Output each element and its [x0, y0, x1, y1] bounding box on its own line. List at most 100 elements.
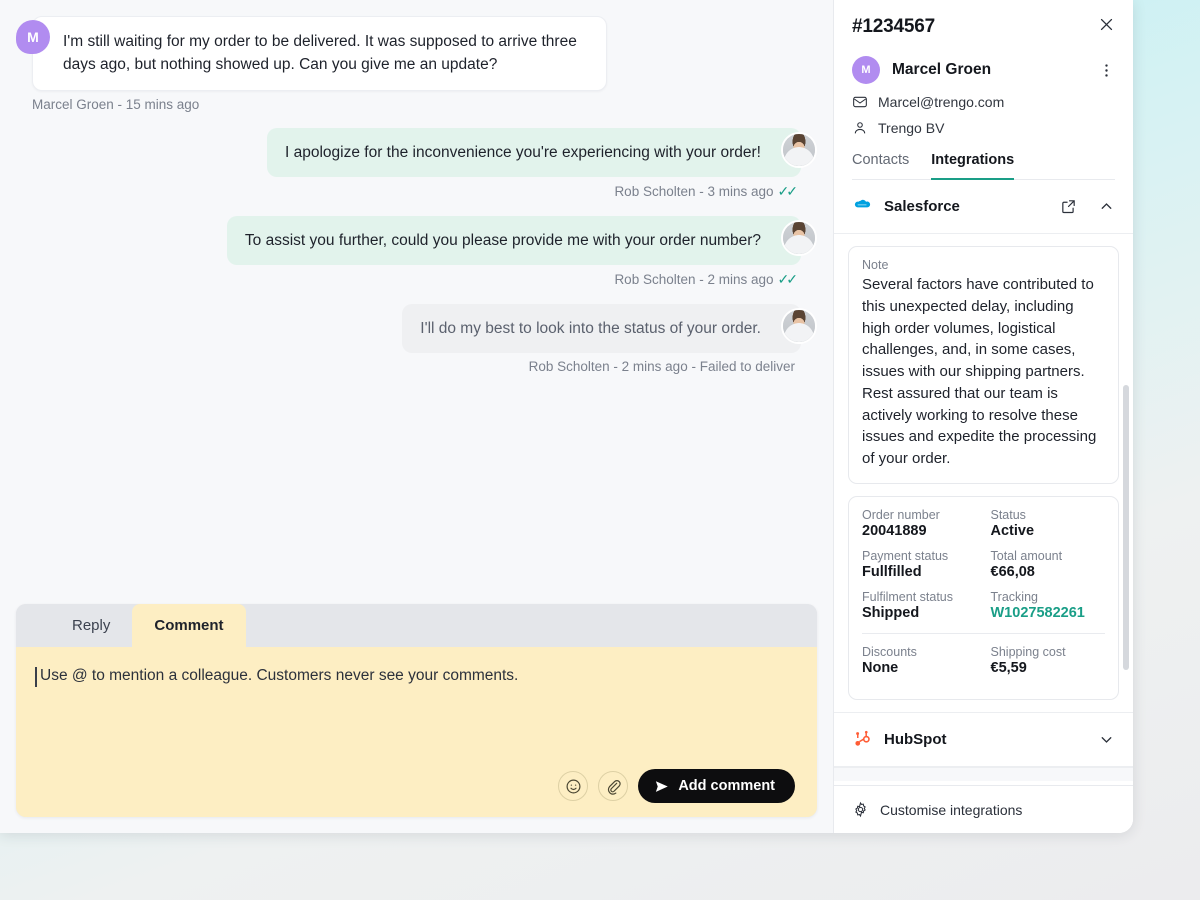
- composer-wrapper: Reply Comment Use @ to mention a colleag…: [0, 604, 833, 833]
- contact-email-row[interactable]: Marcel@trengo.com: [852, 94, 1115, 110]
- side-panel-header: #1234567 M Marcel Groen Marcel@trengo.co…: [834, 0, 1133, 180]
- integration-name: HubSpot: [884, 731, 1087, 748]
- tab-reply[interactable]: Reply: [50, 604, 132, 647]
- more-vertical-icon[interactable]: [1098, 62, 1115, 79]
- field-label: Discounts: [862, 645, 977, 659]
- field-value: €66,08: [991, 564, 1106, 580]
- contact-company-row[interactable]: Trengo BV: [852, 120, 1115, 136]
- field-value: None: [862, 660, 977, 676]
- emoji-icon[interactable]: [558, 771, 588, 801]
- read-receipt-icon: ✓✓: [778, 183, 795, 199]
- field-value: Shipped: [862, 605, 977, 621]
- message-row: M I'm still waiting for my order to be d…: [16, 16, 817, 91]
- panel-spacer: [834, 767, 1133, 781]
- field-label: Tracking: [991, 590, 1106, 604]
- add-comment-label: Add comment: [678, 778, 775, 794]
- field-fulfilment-status: Fulfilment status Shipped: [862, 590, 977, 621]
- order-details-card: Order number 20041889 Status Active Paym…: [848, 496, 1119, 700]
- avatar: [781, 220, 817, 256]
- field-order-number: Order number 20041889: [862, 508, 977, 539]
- field-value: Fullfilled: [862, 564, 977, 580]
- envelope-icon: [852, 94, 868, 110]
- tab-comment[interactable]: Comment: [132, 604, 245, 647]
- salesforce-cloud-logo: [852, 196, 873, 217]
- field-label: Shipping cost: [991, 645, 1106, 659]
- field-value: 20041889: [862, 523, 977, 539]
- send-icon: [654, 779, 669, 794]
- field-label: Status: [991, 508, 1106, 522]
- field-discounts: Discounts None: [862, 645, 977, 676]
- tab-integrations[interactable]: Integrations: [931, 152, 1014, 180]
- field-label: Payment status: [862, 549, 977, 563]
- tracking-link[interactable]: W1027582261: [991, 605, 1106, 621]
- field-value: Active: [991, 523, 1106, 539]
- message-meta: Marcel Groen - 15 mins ago: [16, 93, 817, 128]
- avatar: M: [852, 56, 880, 84]
- paperclip-icon[interactable]: [598, 771, 628, 801]
- scrollbar-thumb[interactable]: [1123, 385, 1129, 670]
- message-bubble[interactable]: I'll do my best to look into the status …: [402, 304, 801, 353]
- field-label: Total amount: [991, 549, 1106, 563]
- message-meta: Rob Scholten - 2 mins ago ✓✓: [16, 267, 817, 304]
- contact-company: Trengo BV: [878, 120, 944, 136]
- note-label: Note: [862, 258, 1105, 272]
- chevron-up-icon[interactable]: [1098, 198, 1115, 215]
- contact-name: Marcel Groen: [892, 61, 1098, 79]
- add-comment-button[interactable]: Add comment: [638, 769, 795, 803]
- avatar: [781, 132, 817, 168]
- comment-input[interactable]: Use @ to mention a colleague. Customers …: [38, 667, 795, 769]
- field-total-amount: Total amount €66,08: [991, 549, 1106, 580]
- avatar: M: [16, 20, 50, 54]
- app-window: M I'm still waiting for my order to be d…: [0, 0, 1133, 833]
- side-panel: #1234567 M Marcel Groen Marcel@trengo.co…: [833, 0, 1133, 833]
- field-status: Status Active: [991, 508, 1106, 539]
- hubspot-sprocket-logo: [852, 729, 873, 750]
- message-thread[interactable]: M I'm still waiting for my order to be d…: [0, 0, 833, 604]
- contact-row: M Marcel Groen: [852, 56, 1115, 84]
- composer-body[interactable]: Use @ to mention a colleague. Customers …: [16, 647, 817, 817]
- note-card: Note Several factors have contributed to…: [848, 246, 1119, 484]
- tab-contacts[interactable]: Contacts: [852, 152, 909, 180]
- customise-integrations-button[interactable]: Customise integrations: [834, 785, 1133, 833]
- message-meta: Rob Scholten - 3 mins ago ✓✓: [16, 179, 817, 216]
- message-meta: Rob Scholten - 2 mins ago - Failed to de…: [16, 355, 817, 390]
- side-panel-tabs: Contacts Integrations: [852, 152, 1115, 180]
- close-icon[interactable]: [1098, 16, 1115, 33]
- text-caret: [35, 667, 37, 687]
- scrollbar[interactable]: [1123, 385, 1129, 785]
- field-shipping-cost: Shipping cost €5,59: [991, 645, 1106, 676]
- message-bubble[interactable]: To assist you further, could you please …: [227, 216, 801, 265]
- divider: [862, 633, 1105, 634]
- message-row: I apologize for the inconvenience you're…: [16, 128, 817, 177]
- message-meta-text: Rob Scholten - 2 mins ago: [614, 272, 773, 287]
- avatar: [781, 308, 817, 344]
- field-label: Fulfilment status: [862, 590, 977, 604]
- message-row: To assist you further, could you please …: [16, 216, 817, 265]
- contact-email: Marcel@trengo.com: [878, 94, 1004, 110]
- integration-salesforce-header[interactable]: Salesforce: [834, 180, 1133, 234]
- message-bubble[interactable]: I apologize for the inconvenience you're…: [267, 128, 801, 177]
- integrations-scroll-area[interactable]: Salesforce Note Several factors have con…: [834, 180, 1133, 785]
- message-meta-text: Rob Scholten - 3 mins ago: [614, 184, 773, 199]
- composer-tabs: Reply Comment: [16, 604, 817, 647]
- comment-placeholder: Use @ to mention a colleague. Customers …: [40, 667, 518, 684]
- message-row: I'll do my best to look into the status …: [16, 304, 817, 353]
- integration-name: Salesforce: [884, 198, 1049, 215]
- person-icon: [852, 120, 868, 136]
- field-tracking: Tracking W1027582261: [991, 590, 1106, 621]
- field-label: Order number: [862, 508, 977, 522]
- gear-icon: [852, 801, 869, 818]
- message-bubble[interactable]: I'm still waiting for my order to be del…: [32, 16, 607, 91]
- composer-actions: Add comment: [38, 769, 795, 803]
- conversation-panel: M I'm still waiting for my order to be d…: [0, 0, 833, 833]
- external-link-icon[interactable]: [1060, 198, 1077, 215]
- chevron-down-icon[interactable]: [1098, 731, 1115, 748]
- composer: Reply Comment Use @ to mention a colleag…: [16, 604, 817, 817]
- ticket-number: #1234567: [852, 16, 935, 38]
- field-payment-status: Payment status Fullfilled: [862, 549, 977, 580]
- field-value: €5,59: [991, 660, 1106, 676]
- note-text: Several factors have contributed to this…: [862, 274, 1105, 470]
- customise-integrations-label: Customise integrations: [880, 802, 1022, 818]
- read-receipt-icon: ✓✓: [778, 271, 795, 287]
- integration-hubspot-header[interactable]: HubSpot: [834, 712, 1133, 767]
